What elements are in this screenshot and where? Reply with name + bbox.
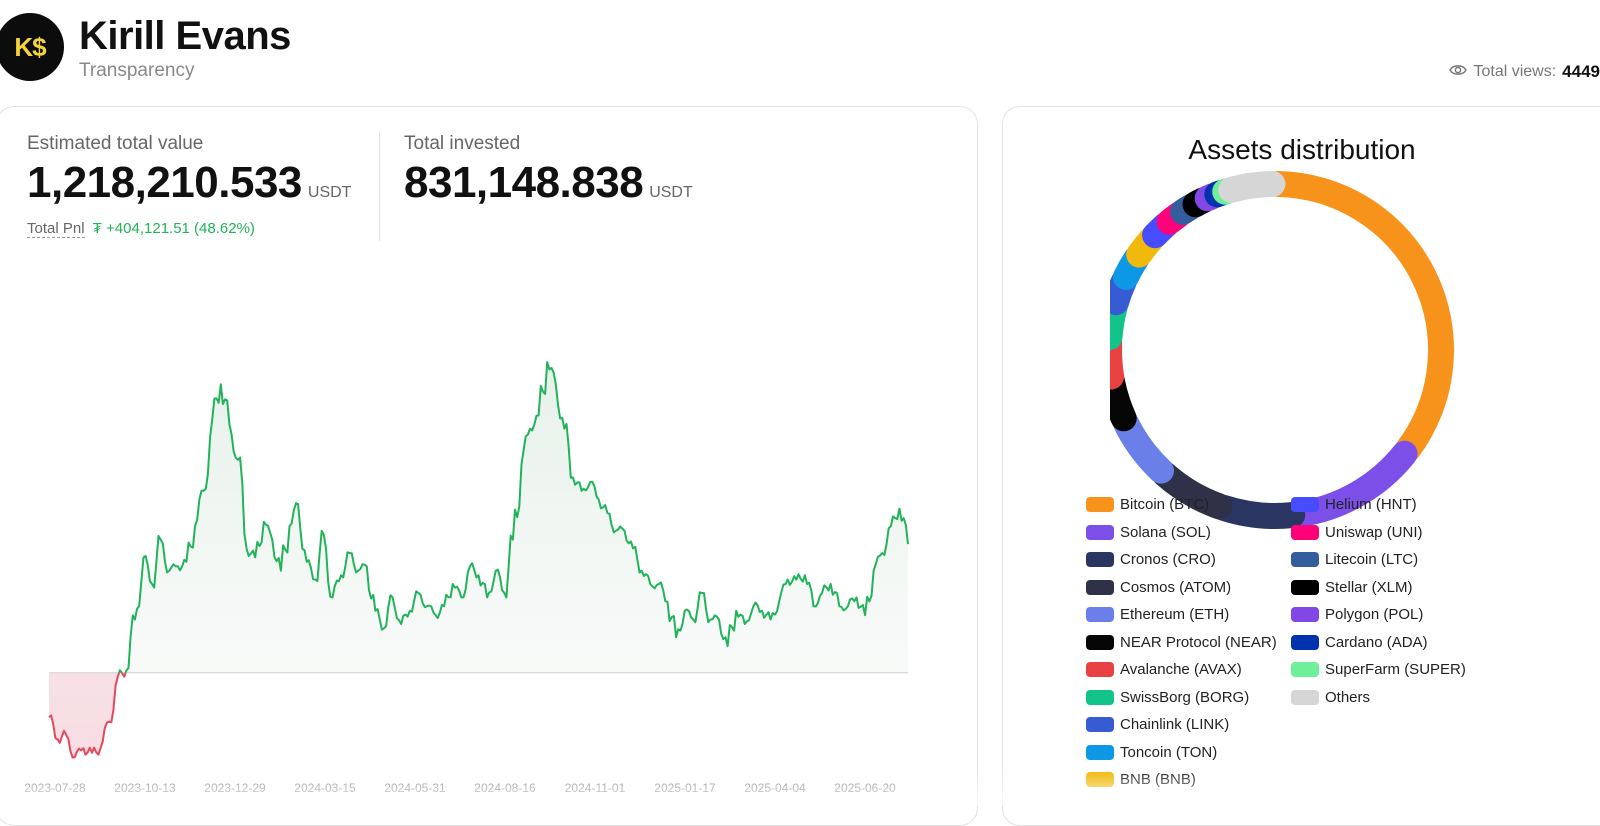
estimated-value-number: 1,218,210.533 (27, 158, 302, 207)
estimated-value-unit: USDT (308, 184, 352, 201)
legend-swatch (1086, 717, 1114, 732)
legend-label: Chainlink (LINK) (1120, 716, 1229, 733)
legend-swatch (1291, 580, 1319, 595)
legend-label: NEAR Protocol (NEAR) (1120, 634, 1277, 651)
legend-label: Avalanche (AVAX) (1120, 661, 1242, 678)
legend-label: Stellar (XLM) (1325, 579, 1413, 596)
legend-swatch (1086, 607, 1114, 622)
legend-label: Solana (SOL) (1120, 524, 1211, 541)
legend-swatch (1291, 690, 1319, 705)
legend-item[interactable]: SuperFarm (SUPER) (1291, 660, 1466, 679)
legend-swatch (1086, 662, 1114, 677)
assets-donut (1110, 165, 1460, 535)
invested-value-unit: USDT (649, 184, 693, 201)
legend-swatch (1086, 580, 1114, 595)
legend-item[interactable]: Cosmos (ATOM) (1086, 578, 1277, 597)
legend-item[interactable]: Cronos (CRO) (1086, 550, 1277, 569)
total-pnl-value: ₮ +404,121.51 (48.62%) (93, 220, 255, 237)
total-views: Total views: 4449 (1449, 62, 1600, 82)
legend-label: Helium (HNT) (1325, 496, 1417, 513)
legend-swatch (1086, 525, 1114, 540)
legend-label: Cronos (CRO) (1120, 551, 1216, 568)
legend-item[interactable]: Bitcoin (BTC) (1086, 495, 1277, 514)
legend-label: Toncoin (TON) (1120, 744, 1217, 761)
donut-slice[interactable] (1126, 423, 1161, 471)
legend-swatch (1086, 745, 1114, 760)
stats-divider (379, 131, 380, 241)
eye-icon (1449, 63, 1467, 81)
legend-label: Cosmos (ATOM) (1120, 579, 1231, 596)
legend-swatch (1291, 552, 1319, 567)
legend-item[interactable]: Uniswap (UNI) (1291, 523, 1466, 542)
profile-subtitle: Transparency (79, 60, 194, 82)
legend-item[interactable]: NEAR Protocol (NEAR) (1086, 633, 1277, 652)
portfolio-chart: 2023-07-282023-10-132023-12-292024-03-15… (0, 250, 960, 805)
assets-title: Assets distribution (1002, 134, 1600, 166)
estimated-value-label: Estimated total value (27, 133, 203, 155)
assets-legend-right: Helium (HNT) Uniswap (UNI) Litecoin (LTC) S… (1291, 495, 1466, 707)
legend-swatch (1291, 635, 1319, 650)
legend-swatch (1291, 662, 1319, 677)
legend-label: SuperFarm (SUPER) (1325, 661, 1466, 678)
legend-item[interactable]: Others (1291, 688, 1466, 707)
invested-value-number: 831,148.838 (404, 158, 643, 207)
donut-slice[interactable] (1278, 184, 1441, 450)
legend-label: Polygon (POL) (1325, 606, 1423, 623)
legend-swatch (1291, 497, 1319, 512)
legend-label: Uniswap (UNI) (1325, 524, 1423, 541)
total-pnl-label[interactable]: Total Pnl (27, 220, 85, 238)
avatar[interactable]: K$ (0, 13, 64, 81)
legend-label: SwissBorg (BORG) (1120, 689, 1249, 706)
legend-swatch (1291, 607, 1319, 622)
legend-item[interactable]: Polygon (POL) (1291, 605, 1466, 624)
legend-item[interactable]: Litecoin (LTC) (1291, 550, 1466, 569)
profile-header: K$ Kirill Evans Transparency Total views… (0, 0, 1600, 100)
legend-label: Others (1325, 689, 1370, 706)
legend-swatch (1086, 552, 1114, 567)
legend-swatch (1291, 525, 1319, 540)
total-views-label: Total views: (1473, 63, 1556, 81)
legend-swatch (1086, 635, 1114, 650)
bottom-fade (0, 770, 1600, 805)
invested-label: Total invested (404, 133, 520, 155)
legend-swatch (1086, 690, 1114, 705)
chart-hover-area[interactable] (49, 300, 908, 766)
legend-item[interactable]: SwissBorg (BORG) (1086, 688, 1277, 707)
total-pnl: Total Pnl ₮ +404,121.51 (48.62%) (27, 220, 255, 237)
legend-label: Ethereum (ETH) (1120, 606, 1229, 623)
legend-item[interactable]: Toncoin (TON) (1086, 743, 1277, 762)
profile-name: Kirill Evans (79, 14, 291, 59)
legend-item[interactable]: Ethereum (ETH) (1086, 605, 1277, 624)
legend-item[interactable]: Avalanche (AVAX) (1086, 660, 1277, 679)
legend-item[interactable]: Cardano (ADA) (1291, 633, 1466, 652)
legend-swatch (1086, 497, 1114, 512)
total-views-value: 4449 (1562, 62, 1600, 82)
legend-label: Cardano (ADA) (1325, 634, 1428, 651)
donut-slice[interactable] (1231, 184, 1272, 190)
estimated-value: 1,218,210.533 USDT (27, 158, 351, 208)
legend-item[interactable]: Helium (HNT) (1291, 495, 1466, 514)
legend-item[interactable]: Chainlink (LINK) (1086, 715, 1277, 734)
assets-legend-left: Bitcoin (BTC) Solana (SOL) Cronos (CRO) Cos… (1086, 495, 1277, 789)
legend-label: Bitcoin (BTC) (1120, 496, 1209, 513)
invested-value: 831,148.838 USDT (404, 158, 693, 208)
legend-item[interactable]: Solana (SOL) (1086, 523, 1277, 542)
legend-label: Litecoin (LTC) (1325, 551, 1418, 568)
legend-item[interactable]: Stellar (XLM) (1291, 578, 1466, 597)
